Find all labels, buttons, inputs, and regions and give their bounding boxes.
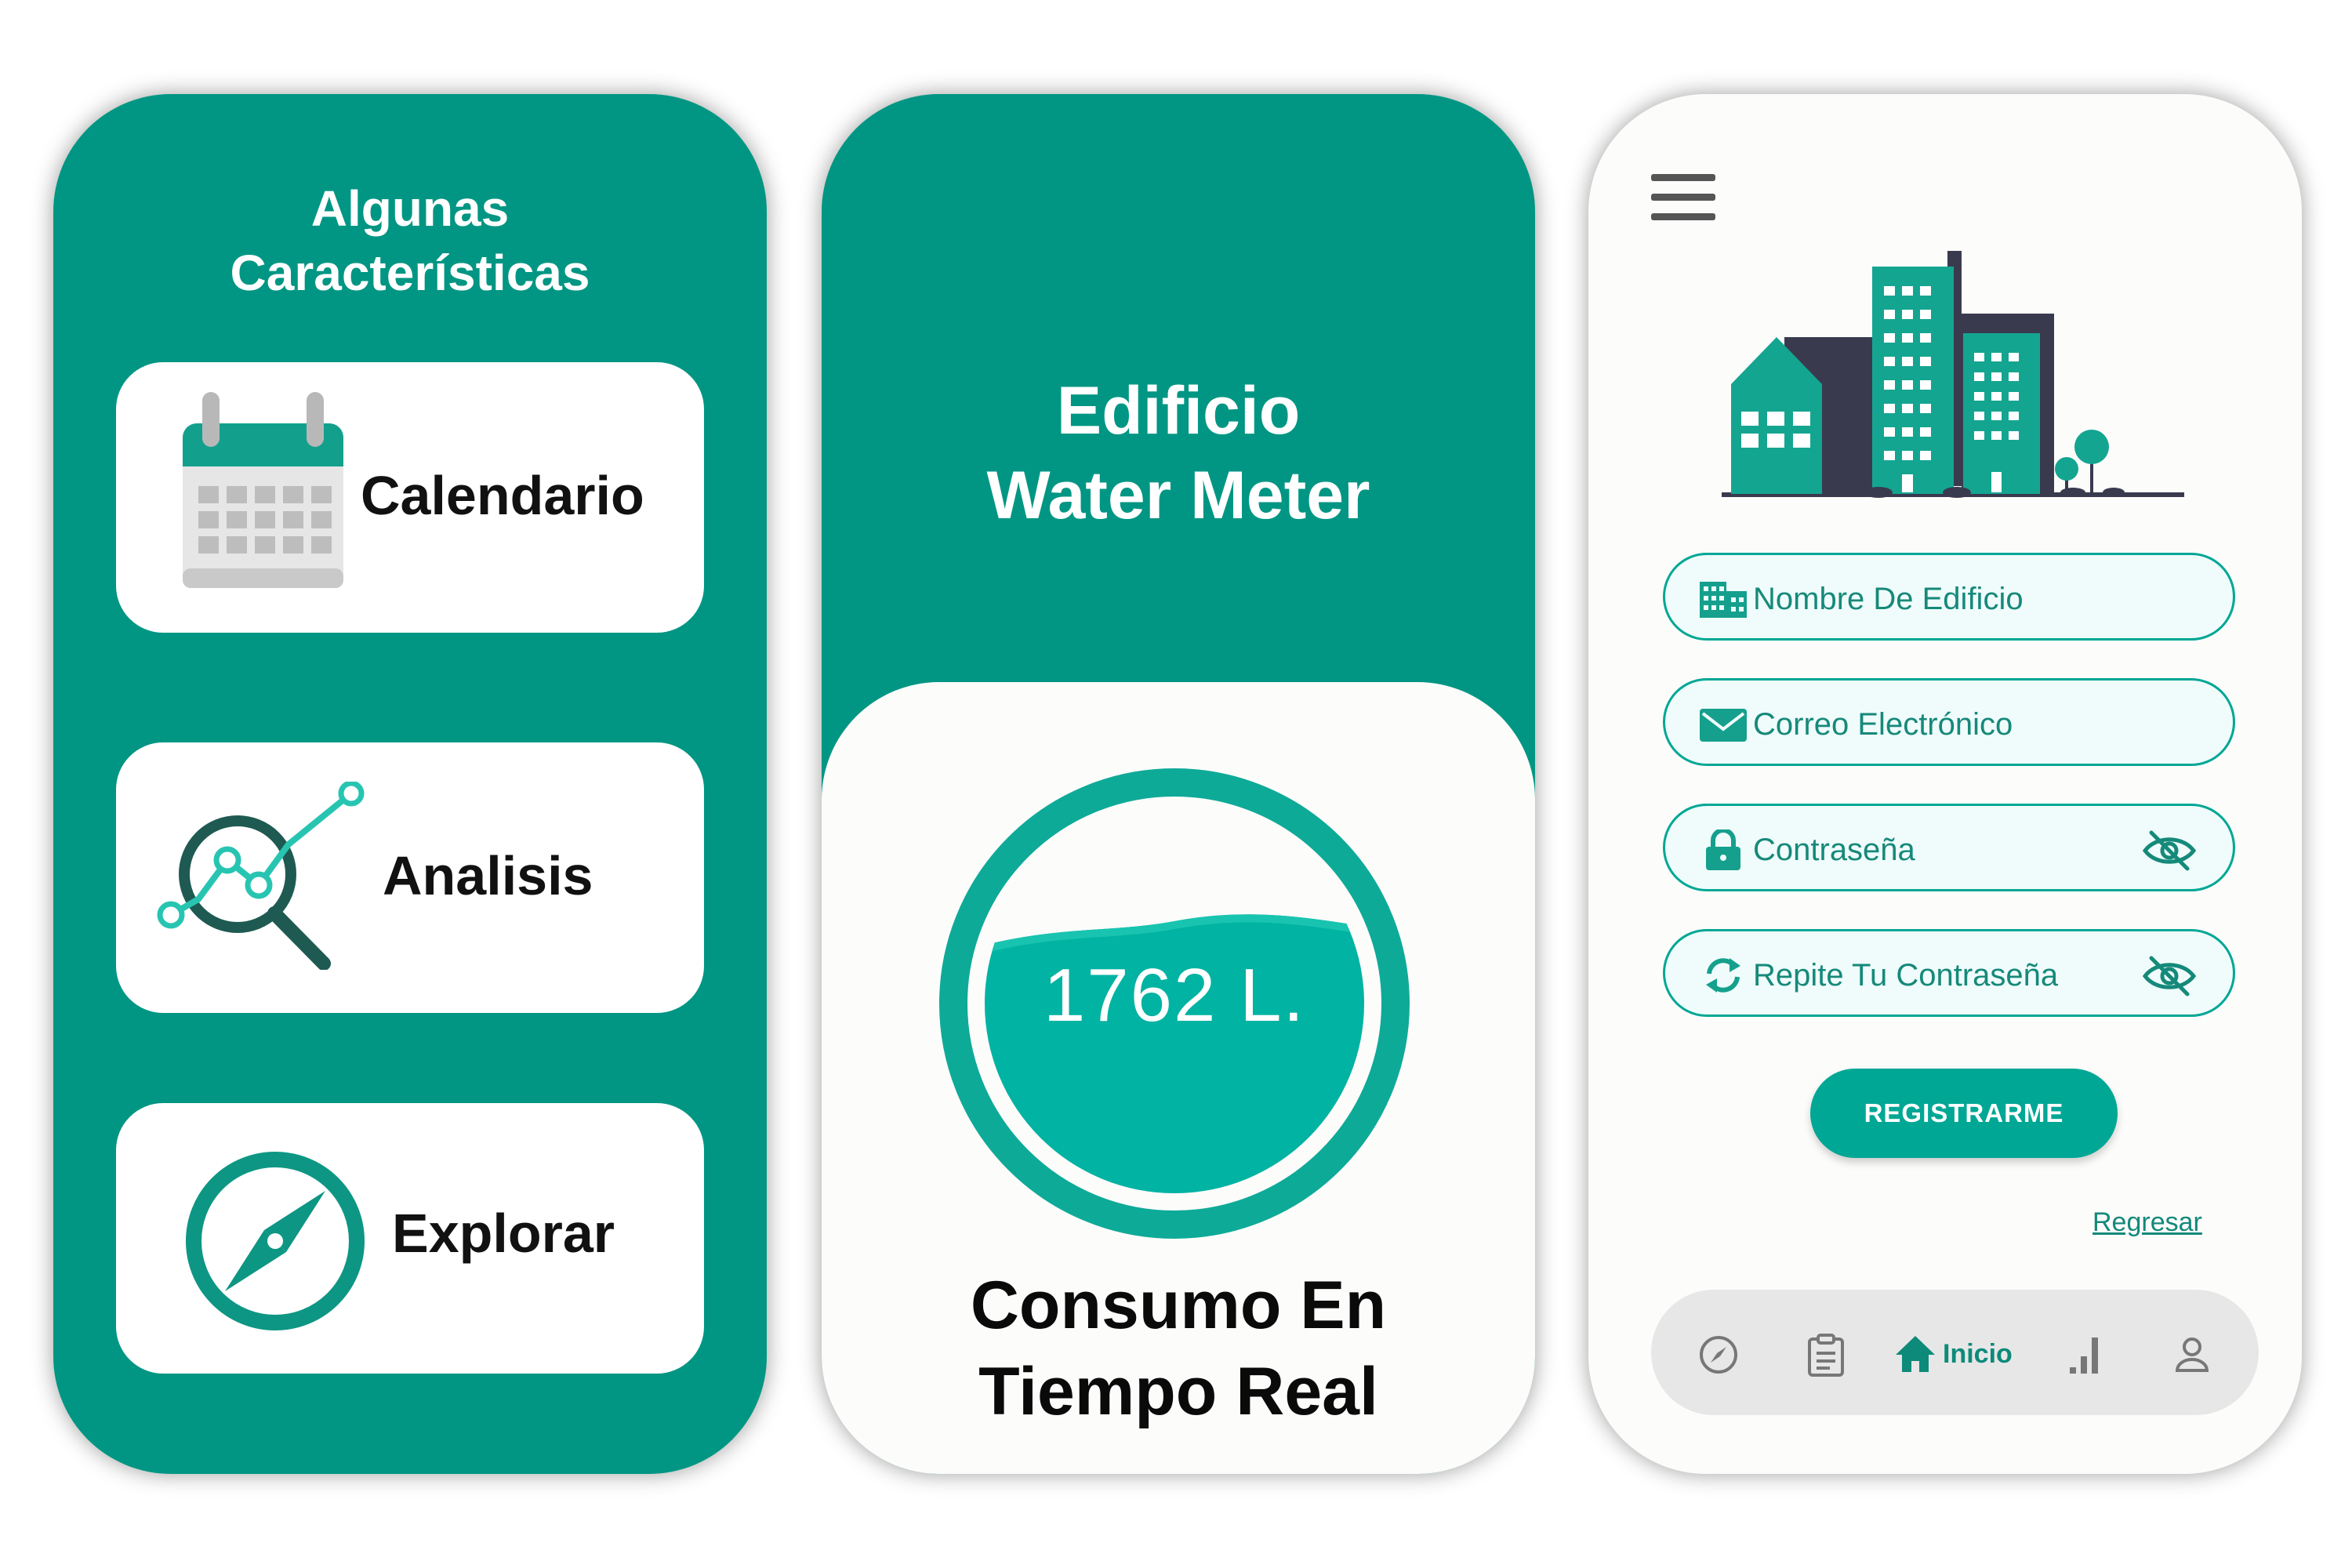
meter-caption: Consumo En Tiempo Real [822, 1262, 1535, 1435]
calendar-icon [183, 392, 343, 588]
bar-chart-icon[interactable] [2067, 1333, 2106, 1377]
meter-sheet: 1762 L. Consumo En Tiempo Real [822, 682, 1535, 1474]
city-buildings-illustration [1722, 251, 2184, 498]
feature-card-calendar[interactable]: Calendario [116, 362, 704, 633]
building-icon [1700, 582, 1747, 618]
user-icon[interactable] [2172, 1333, 2212, 1377]
feature-label-analysis: Analisis [383, 845, 593, 906]
lock-icon [1706, 829, 1740, 870]
hamburger-menu-icon[interactable] [1651, 172, 1715, 223]
repeat-password-field[interactable] [1663, 929, 2235, 1017]
meter-title: Edificio Water Meter [822, 368, 1535, 538]
meter-title-line1: Edificio [1056, 373, 1301, 448]
register-screen: REGISTRARME Regresar Inicio [1588, 94, 2302, 1474]
nav-item-home[interactable]: Inicio [1894, 1333, 2043, 1377]
mail-icon [1700, 709, 1747, 742]
bottom-nav: Inicio [1651, 1290, 2259, 1415]
clipboard-icon[interactable] [1806, 1333, 1846, 1377]
feature-card-analysis[interactable]: Analisis [116, 742, 704, 1013]
features-title-line1: Algunas [310, 180, 510, 237]
password-field[interactable] [1663, 804, 2235, 891]
feature-label-explore: Explorar [392, 1203, 615, 1264]
meter-caption-line1: Consumo En [970, 1268, 1387, 1343]
feature-label-calendar: Calendario [361, 465, 644, 526]
meter-screen: Edificio Water Meter 1762 L. Consumo En … [822, 94, 1535, 1474]
nav-label-home: Inicio [1943, 1339, 2013, 1369]
features-screen: Algunas Características Calendario Anali… [53, 94, 767, 1474]
password-input[interactable] [1753, 828, 2161, 872]
email-field[interactable] [1663, 678, 2235, 766]
refresh-icon [1706, 958, 1740, 993]
meter-title-line2: Water Meter [986, 458, 1370, 533]
feature-card-explore[interactable]: Explorar [116, 1103, 704, 1374]
meter-caption-line2: Tiempo Real [978, 1354, 1378, 1429]
analytics-search-icon [157, 782, 365, 970]
compass-icon [186, 1152, 365, 1330]
email-input[interactable] [1753, 702, 2161, 746]
features-title: Algunas Características [53, 176, 767, 305]
building-name-input[interactable] [1753, 577, 2161, 621]
compass-icon[interactable] [1697, 1333, 1740, 1377]
home-icon [1896, 1336, 1935, 1372]
water-reading: 1762 L. [1043, 953, 1306, 1037]
register-button[interactable]: REGISTRARME [1810, 1069, 2118, 1158]
eye-off-icon[interactable] [2142, 955, 2197, 997]
eye-off-icon[interactable] [2142, 829, 2197, 872]
repeat-password-input[interactable] [1753, 953, 2161, 997]
building-name-field[interactable] [1663, 553, 2235, 641]
features-title-line2: Características [230, 245, 590, 301]
back-link[interactable]: Regresar [2092, 1207, 2202, 1238]
